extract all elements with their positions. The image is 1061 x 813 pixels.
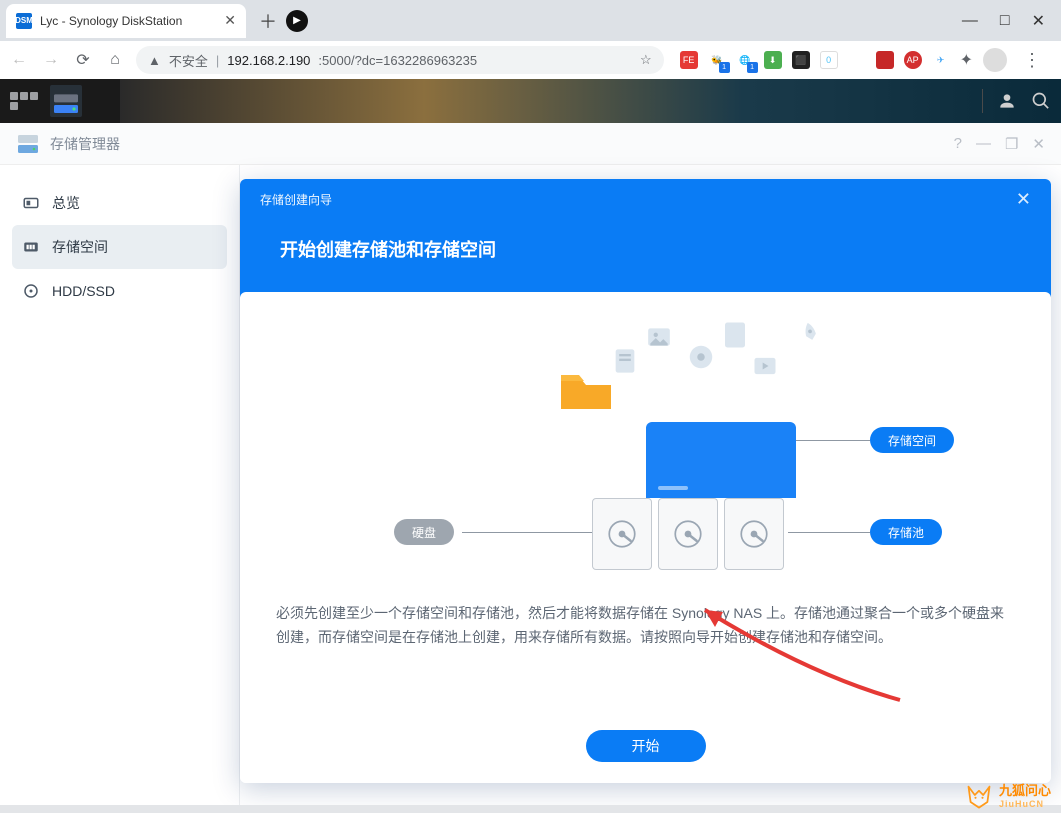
wizard-title-small: 存储创建向导: [260, 191, 332, 208]
wizard-illustration: 硬盘 存储空间 存储池: [276, 312, 1015, 582]
url-box[interactable]: ▲ 不安全 | 192.168.2.190 :5000/?dc=163228696…: [136, 46, 664, 74]
sidebar: 总览 存储空间 HDD/SSD: [0, 165, 240, 813]
url-host: 192.168.2.190: [227, 53, 310, 68]
reload-button[interactable]: ⟳: [72, 50, 94, 70]
disk-icon: [724, 498, 784, 570]
sidebar-item-hdd-ssd[interactable]: HDD/SSD: [12, 269, 227, 313]
extension-icon[interactable]: 🌐1: [736, 51, 754, 69]
folder-icon: [556, 367, 616, 413]
new-tab-button[interactable]: ＋: [254, 7, 282, 35]
window-controls: — □ ✕: [962, 11, 1061, 31]
watermark-cn: 九狐问心: [999, 783, 1051, 798]
watermark: 九狐问心 JiuHuCN: [955, 776, 1061, 813]
main-area: 存储创建向导 ✕ 开始创建存储池和存储空间: [240, 165, 1061, 813]
photo-icon: [646, 324, 672, 350]
wizard-body: 硬盘 存储空间 存储池: [240, 292, 1051, 783]
sidebar-item-overview[interactable]: 总览: [12, 181, 227, 225]
volume-graphic: [646, 422, 796, 498]
extension-icon[interactable]: FE: [680, 51, 698, 69]
window-restore-icon[interactable]: ❐: [1005, 135, 1018, 153]
insecure-label: 不安全: [169, 51, 208, 70]
disk-icon: [658, 498, 718, 570]
maximize-button[interactable]: □: [1000, 12, 1010, 30]
extension-icon[interactable]: 0: [820, 51, 838, 69]
label-volume: 存储空间: [870, 427, 954, 453]
wizard-description: 必须先创建至少一个存储空间和存储池，然后才能将数据存储在 Synology NA…: [276, 602, 1015, 650]
wizard-close-icon[interactable]: ✕: [1016, 189, 1031, 210]
start-button[interactable]: 开始: [586, 730, 706, 762]
overview-icon: [22, 194, 40, 212]
profile-avatar[interactable]: [983, 48, 1007, 72]
help-icon[interactable]: ?: [954, 135, 962, 153]
taskbar-storage-manager-icon[interactable]: [50, 85, 82, 117]
gear-icon: [686, 342, 716, 372]
storage-volume-icon: [22, 238, 40, 256]
app-header-icon: [16, 132, 40, 156]
watermark-en: JiuHuCN: [999, 799, 1051, 809]
browser-tab[interactable]: DSM Lyc - Synology DiskStation ✕: [6, 4, 246, 38]
user-icon[interactable]: [997, 91, 1017, 111]
dsm-apps-icon[interactable]: [10, 92, 40, 110]
media-indicator-icon[interactable]: ▶: [286, 10, 308, 32]
extension-icon[interactable]: 🐝1: [708, 51, 726, 69]
insecure-icon: ▲: [148, 53, 161, 68]
label-pool: 存储池: [870, 519, 942, 545]
rocket-icon: [793, 317, 830, 354]
extension-icons: FE 🐝1 🌐1 ⬇ ⬛ 0 🖼 AP ✈ ✦ ⋮: [674, 48, 1053, 72]
doc-icon: [720, 320, 750, 350]
video-icon: [751, 352, 779, 380]
sidebar-item-storage-volume[interactable]: 存储空间: [12, 225, 227, 269]
dsm-topbar: [0, 79, 1061, 123]
back-button[interactable]: ←: [8, 51, 30, 69]
minimize-button[interactable]: —: [962, 12, 978, 30]
hdd-ssd-icon: [22, 282, 40, 300]
wizard-title-big: 开始创建存储池和存储空间: [280, 236, 1031, 262]
extension-icon[interactable]: [876, 51, 894, 69]
wizard-footer: 开始: [276, 730, 1015, 782]
close-window-button[interactable]: ✕: [1032, 11, 1045, 31]
tab-title: Lyc - Synology DiskStation: [40, 14, 216, 28]
sidebar-item-label: HDD/SSD: [52, 283, 115, 299]
sidebar-item-label: 存储空间: [52, 237, 108, 257]
doc-icon: [611, 347, 639, 375]
url-separator: |: [216, 53, 219, 68]
storage-creation-wizard: 存储创建向导 ✕ 开始创建存储池和存储空间: [240, 179, 1051, 783]
extension-icon[interactable]: ⬛: [792, 51, 810, 69]
home-button[interactable]: ⌂: [104, 51, 126, 69]
extension-icon[interactable]: AP: [904, 51, 922, 69]
search-icon[interactable]: [1031, 91, 1051, 111]
extension-icon[interactable]: 🖼: [848, 51, 866, 69]
bottom-status-bar: [0, 805, 1061, 813]
sidebar-item-label: 总览: [52, 193, 80, 213]
storage-manager-window: 存储管理器 ? — ❐ ✕ 总览 存储空间 HDD/SSD: [0, 123, 1061, 813]
tab-bar: DSM Lyc - Synology DiskStation ✕ ＋ ▶ — □…: [0, 0, 1061, 41]
extension-icon[interactable]: ✈: [932, 51, 950, 69]
browser-chrome: DSM Lyc - Synology DiskStation ✕ ＋ ▶ — □…: [0, 0, 1061, 79]
chrome-menu-icon[interactable]: ⋮: [1017, 50, 1047, 71]
forward-button[interactable]: →: [40, 51, 62, 69]
extensions-menu-icon[interactable]: ✦: [960, 50, 973, 70]
disk-icon: [592, 498, 652, 570]
app-header-title: 存储管理器: [50, 134, 120, 154]
label-hdd: 硬盘: [394, 519, 454, 545]
address-bar: ← → ⟳ ⌂ ▲ 不安全 | 192.168.2.190 :5000/?dc=1…: [0, 41, 1061, 79]
app-header: 存储管理器 ? — ❐ ✕: [0, 123, 1061, 165]
window-close-icon[interactable]: ✕: [1032, 135, 1045, 153]
disks-graphic: [592, 498, 784, 570]
window-minimize-icon[interactable]: —: [976, 135, 991, 153]
fox-logo-icon: [965, 781, 993, 809]
extension-icon[interactable]: ⬇: [764, 51, 782, 69]
tab-favicon: DSM: [16, 13, 32, 29]
url-path: :5000/?dc=1632286963235: [318, 53, 477, 68]
tab-close-icon[interactable]: ✕: [224, 12, 236, 29]
bookmark-star-icon[interactable]: ☆: [640, 52, 652, 68]
